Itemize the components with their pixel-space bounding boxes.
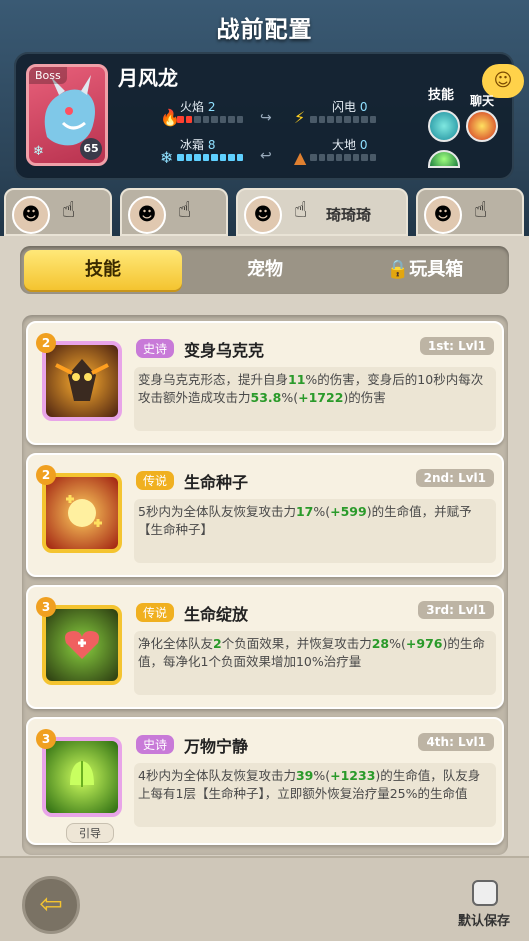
fire-bar <box>177 116 243 123</box>
stat-thunder: 闪电 0 <box>332 100 368 114</box>
hero-info-card: Boss ❄ 65 月风龙 🔥 火焰 2 ↪ ⚡ 闪电 0 ❄ 冰霜 8 ↩ ▲… <box>14 52 514 180</box>
drag-hand-icon: ☝ <box>178 198 192 223</box>
skill-name: 万物宁静 <box>184 737 249 756</box>
hero-tab-4[interactable]: ☻ ☝ <box>416 188 524 236</box>
skill-cost-badge: 3 <box>36 597 56 617</box>
lightning-icon: ⚡ <box>294 108 306 127</box>
rarity-badge: 史诗 <box>136 339 175 358</box>
skill-cost-badge: 2 <box>36 465 56 485</box>
ice-bar <box>177 154 243 161</box>
earth-bar <box>310 154 376 161</box>
hero-avatar-icon: ☻ <box>12 196 50 234</box>
stat-earth: 大地 0 <box>332 138 368 152</box>
skill-name: 生命种子 <box>184 473 249 492</box>
life-seed-icon <box>42 473 122 553</box>
channel-tag: 引导 <box>66 823 114 843</box>
earth-icon: ▲ <box>294 148 307 167</box>
skill-slot-level: 2nd: Lvl1 <box>415 469 494 487</box>
hero-tab-name: 琦琦琦 <box>326 206 372 224</box>
skill-name: 生命绽放 <box>184 605 249 624</box>
hero-tab-3[interactable]: ☻ ☝ 琦琦琦 <box>236 188 408 236</box>
drag-hand-icon: ☝ <box>294 198 308 223</box>
drag-hand-icon: ☝ <box>474 198 488 223</box>
skill-orb-icon[interactable] <box>428 150 460 168</box>
hero-avatar-icon: ☻ <box>244 196 282 234</box>
hero-name: 月风龙 <box>118 66 178 90</box>
thunder-bar <box>310 116 376 123</box>
swap-arrow-icon: ↩ <box>260 148 272 164</box>
skill-cost-badge: 3 <box>36 729 56 749</box>
skill-slot-level: 3rd: Lvl1 <box>418 601 494 619</box>
skill-slot-level: 4th: Lvl1 <box>418 733 494 751</box>
skill-cost-badge: 2 <box>36 333 56 353</box>
hero-avatar-icon: ☻ <box>424 196 462 234</box>
page-title: 战前配置 <box>216 17 313 43</box>
drag-hand-icon: ☝ <box>62 198 76 223</box>
segment-control: 技能 宠物 🔒玩具箱 <box>20 246 509 294</box>
skill-card[interactable]: 3 传说 生命绽放 3rd: Lvl1 净化全体队友2个负面效果，并恢复攻击力2… <box>26 585 504 709</box>
back-button[interactable]: ⇦ <box>22 876 80 934</box>
ice-icon: ❄ <box>160 148 174 167</box>
hero-portrait[interactable]: Boss ❄ 65 <box>26 64 108 166</box>
skill-description: 4秒内为全体队友恢复攻击力39%(+1233)的生命值，队友身上每有1层【生命种… <box>134 763 496 827</box>
hero-tab-1[interactable]: ☻ ☝ <box>4 188 112 236</box>
stat-fire: 火焰 2 <box>180 100 216 114</box>
hero-avatar-icon: ☻ <box>128 196 166 234</box>
hero-tab-2[interactable]: ☻ ☝ <box>120 188 228 236</box>
transform-owl-icon <box>42 341 122 421</box>
serenity-leaf-icon <box>42 737 122 817</box>
skill-description: 变身乌克克形态，提升自身11%的伤害，变身后的10秒内每次攻击额外造成攻击力53… <box>134 367 496 431</box>
default-save-label: 默认保存 <box>458 914 511 929</box>
rarity-badge: 传说 <box>136 471 175 490</box>
blooming-heart-icon <box>42 605 122 685</box>
boss-badge: Boss <box>29 67 67 84</box>
chat-label[interactable]: 聊天 <box>470 92 494 109</box>
default-save-checkbox[interactable] <box>472 880 498 906</box>
hero-tabs: ☻ ☝ ☻ ☝ ☻ ☝ 琦琦琦 ☻ ☝ <box>0 188 529 236</box>
swap-arrow-icon: ↪ <box>260 110 272 126</box>
back-arrow-icon: ⇦ <box>39 887 63 920</box>
skill-description: 5秒内为全体队友恢复攻击力17%(+599)的生命值，并赋予【生命种子】 <box>134 499 496 563</box>
skill-orb-icon[interactable] <box>466 110 498 142</box>
skill-slot-level: 1st: Lvl1 <box>419 337 494 355</box>
ice-element-icon: ❄ <box>33 144 44 159</box>
tab-pets[interactable]: 宠物 <box>186 250 344 290</box>
skill-description: 净化全体队友2个负面效果，并恢复攻击力28%(+976)的生命值，每净化1个负面… <box>134 631 496 695</box>
skill-list: 2 史诗 变身乌克克 1st: Lvl1 变身乌克克形态，提升自身11%的伤害，… <box>22 315 508 855</box>
lock-icon: 🔒 <box>386 259 410 280</box>
rarity-badge: 传说 <box>136 603 175 622</box>
skill-orb-icon[interactable] <box>428 110 460 142</box>
stat-ice: 冰霜 8 <box>180 138 216 152</box>
tab-skills[interactable]: 技能 <box>24 250 182 290</box>
skills-label: 技能 <box>428 88 455 103</box>
bottom-bar: ⇦ 默认保存 <box>0 856 529 941</box>
rarity-badge: 史诗 <box>136 735 175 754</box>
hero-level: 65 <box>80 138 102 160</box>
skill-name: 变身乌克克 <box>184 341 265 360</box>
skill-card[interactable]: 2 传说 生命种子 2nd: Lvl1 5秒内为全体队友恢复攻击力17%(+59… <box>26 453 504 577</box>
tab-toybox[interactable]: 🔒玩具箱 <box>346 250 504 290</box>
skill-card[interactable]: 2 史诗 变身乌克克 1st: Lvl1 变身乌克克形态，提升自身11%的伤害，… <box>26 321 504 445</box>
skill-card[interactable]: 3 引导 史诗 万物宁静 4th: Lvl1 4秒内为全体队友恢复攻击力39%(… <box>26 717 504 845</box>
